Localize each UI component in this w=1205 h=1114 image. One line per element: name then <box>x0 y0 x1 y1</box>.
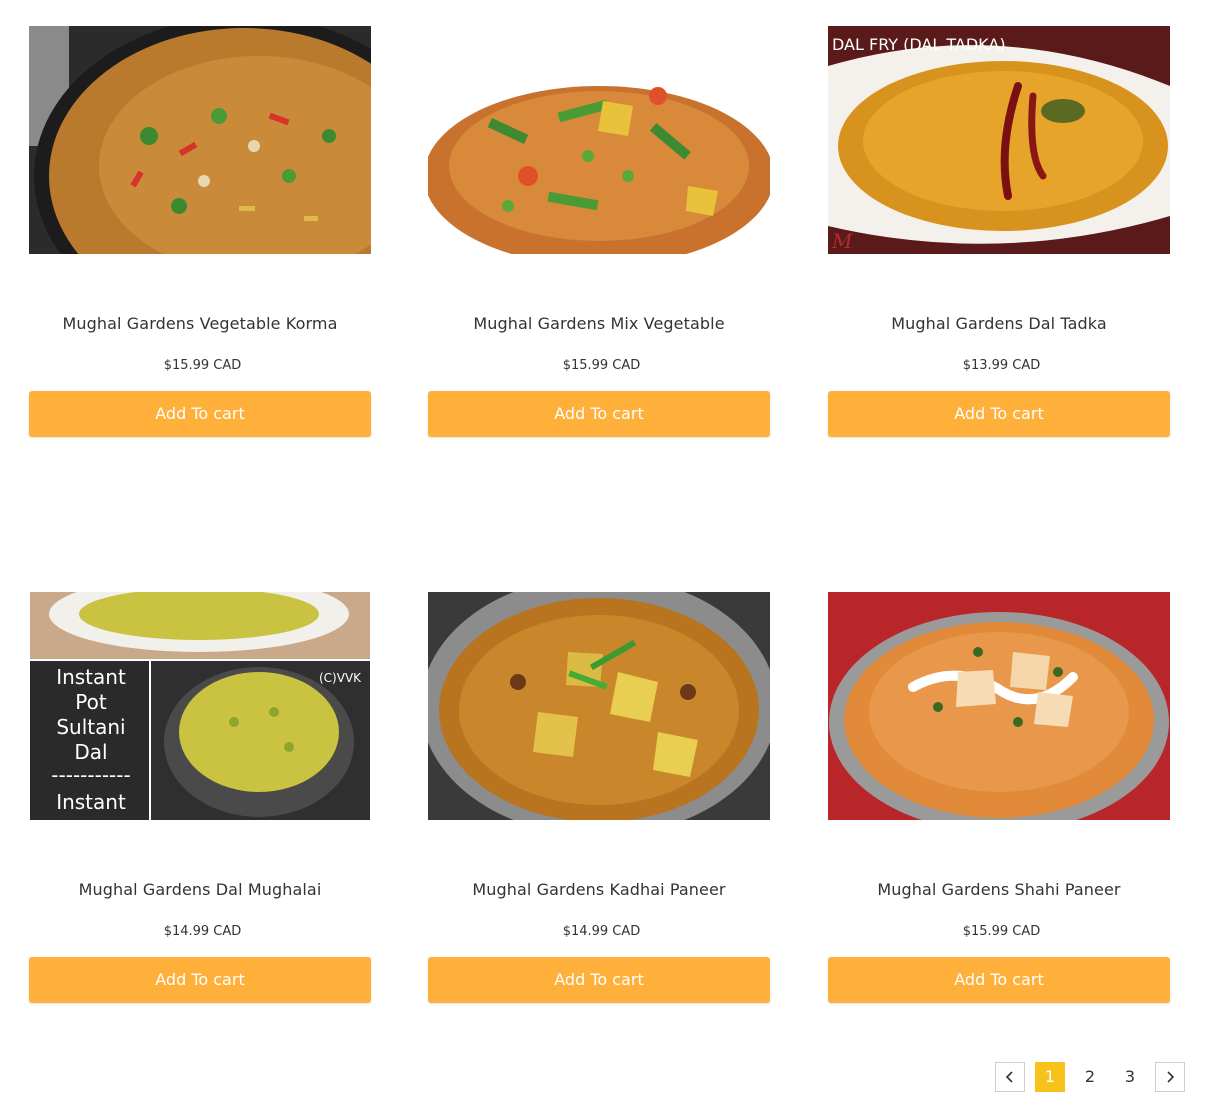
sultani-line-6: Instant <box>56 790 126 814</box>
dal-mughalai-image: Instant Pot Sultani Dal ----------- Inst… <box>29 592 371 820</box>
product-price: $14.99 CAD <box>562 924 641 939</box>
next-page-button[interactable] <box>1155 1062 1185 1092</box>
add-to-cart-button[interactable]: Add To cart <box>428 391 770 437</box>
product-image-mix-vegetable[interactable] <box>428 26 770 254</box>
sultani-line-4: Dal <box>74 740 107 764</box>
sultani-line-3: Sultani <box>56 715 125 739</box>
sultani-line-5: ----------- <box>51 763 130 787</box>
product-image-shahi-paneer[interactable] <box>828 592 1170 820</box>
page-1-button[interactable]: 1 <box>1035 1062 1065 1092</box>
product-price: $14.99 CAD <box>163 924 242 939</box>
product-image-vegetable-korma[interactable] <box>29 26 371 254</box>
dal-tadka-caption: DAL FRY (DAL TADKA) <box>832 35 1006 54</box>
chevron-right-icon <box>1167 1071 1175 1083</box>
vegetable-korma-image <box>29 26 371 254</box>
product-title[interactable]: Mughal Gardens Kadhai Paneer <box>428 880 770 899</box>
add-to-cart-button[interactable]: Add To cart <box>828 391 1170 437</box>
product-title[interactable]: Mughal Gardens Dal Tadka <box>828 314 1170 333</box>
dal-tadka-image: DAL FRY (DAL TADKA) M <box>828 26 1170 254</box>
product-title[interactable]: Mughal Gardens Dal Mughalai <box>29 880 371 899</box>
svg-text:M: M <box>831 229 853 253</box>
product-image-dal-tadka[interactable]: DAL FRY (DAL TADKA) M <box>828 26 1170 254</box>
product-title[interactable]: Mughal Gardens Shahi Paneer <box>828 880 1170 899</box>
sultani-line-2: Pot <box>75 690 107 714</box>
page-2-button[interactable]: 2 <box>1075 1062 1105 1092</box>
kadhai-paneer-image <box>428 592 770 820</box>
add-to-cart-button[interactable]: Add To cart <box>828 957 1170 1003</box>
shahi-paneer-image <box>828 592 1170 820</box>
product-image-dal-mughalai[interactable]: Instant Pot Sultani Dal ----------- Inst… <box>29 592 371 820</box>
product-title[interactable]: Mughal Gardens Vegetable Korma <box>29 314 371 333</box>
prev-page-button[interactable] <box>995 1062 1025 1092</box>
product-image-kadhai-paneer[interactable] <box>428 592 770 820</box>
product-price: $15.99 CAD <box>962 924 1041 939</box>
add-to-cart-button[interactable]: Add To cart <box>428 957 770 1003</box>
add-to-cart-button[interactable]: Add To cart <box>29 391 371 437</box>
mix-vegetable-image <box>428 26 770 254</box>
add-to-cart-button[interactable]: Add To cart <box>29 957 371 1003</box>
product-price: $15.99 CAD <box>562 358 641 373</box>
product-price: $13.99 CAD <box>962 358 1041 373</box>
chevron-left-icon <box>1005 1071 1013 1083</box>
sultani-copyright: (C)VVK <box>319 671 362 685</box>
pagination: 1 2 3 <box>0 1062 1205 1092</box>
page-3-button[interactable]: 3 <box>1115 1062 1145 1092</box>
sultani-line-1: Instant <box>56 665 126 689</box>
product-title[interactable]: Mughal Gardens Mix Vegetable <box>428 314 770 333</box>
product-price: $15.99 CAD <box>163 358 242 373</box>
